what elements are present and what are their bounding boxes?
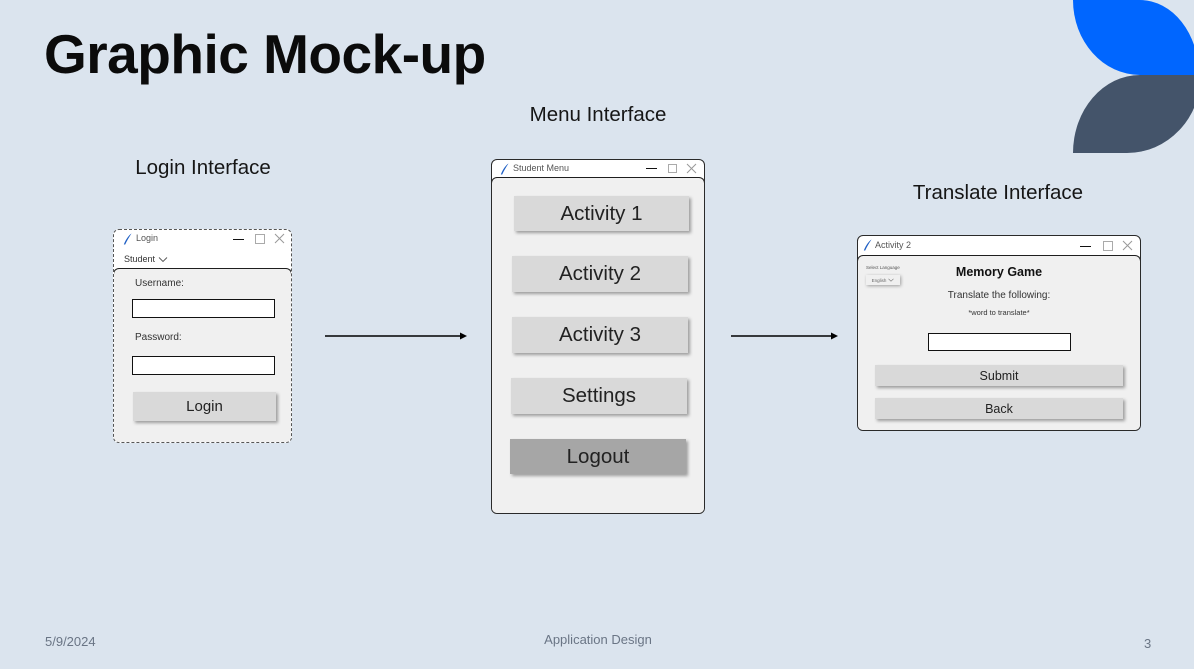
- login-title-bar[interactable]: Login: [114, 230, 291, 249]
- login-window: Login Student Username: Password: Login: [113, 229, 292, 443]
- activity-3-button[interactable]: Activity 3: [512, 317, 688, 353]
- maximize-icon[interactable]: [255, 234, 265, 244]
- role-menu[interactable]: Student: [124, 252, 168, 266]
- login-form: Username: Password: Login: [114, 268, 291, 442]
- arrow-right-icon: [731, 332, 838, 340]
- back-button[interactable]: Back: [875, 398, 1123, 419]
- minimize-icon[interactable]: [1080, 246, 1091, 247]
- minimize-icon[interactable]: [646, 168, 657, 169]
- slide-title: Graphic Mock-up: [44, 23, 486, 85]
- activity-1-button[interactable]: Activity 1: [514, 196, 689, 231]
- translate-interface-heading: Translate Interface: [912, 181, 1084, 204]
- decorative-slate-leaf: [1073, 75, 1194, 153]
- close-icon[interactable]: [686, 163, 697, 174]
- translate-body: Select Language English Memory Game Tran…: [858, 255, 1140, 430]
- username-input[interactable]: [132, 299, 275, 318]
- menu-title-bar[interactable]: Student Menu: [492, 160, 704, 178]
- footer-title: Application Design: [544, 632, 652, 647]
- settings-button[interactable]: Settings: [511, 378, 687, 414]
- translation-input[interactable]: [928, 333, 1071, 351]
- login-button[interactable]: Login: [133, 392, 276, 421]
- login-interface-heading: Login Interface: [135, 156, 271, 179]
- translate-prompt: Translate the following:: [947, 290, 1051, 301]
- close-icon[interactable]: [274, 233, 285, 244]
- window-title: Student Menu: [513, 163, 570, 173]
- feather-icon: [123, 233, 132, 245]
- student-menu-window: Student Menu Activity 1 Activity 2 Activ…: [491, 159, 705, 514]
- decorative-blue-leaf: [1073, 0, 1194, 75]
- translate-title-bar[interactable]: Activity 2: [858, 236, 1140, 256]
- username-label: Username:: [135, 278, 184, 289]
- menu-interface-heading: Menu Interface: [529, 103, 667, 126]
- logout-button[interactable]: Logout: [510, 439, 686, 474]
- feather-icon: [500, 163, 509, 175]
- activity-2-button[interactable]: Activity 2: [512, 256, 688, 292]
- maximize-icon[interactable]: [1103, 241, 1113, 251]
- page-number: 3: [1144, 636, 1152, 651]
- arrow-right-icon: [325, 332, 467, 340]
- window-title: Activity 2: [875, 240, 912, 250]
- password-label: Password:: [135, 332, 182, 343]
- chevron-down-icon: [158, 256, 168, 262]
- footer-date: 5/9/2024: [45, 634, 96, 649]
- activity-2-window: Activity 2 Select Language English Memor…: [857, 235, 1141, 431]
- close-icon[interactable]: [1122, 240, 1133, 251]
- minimize-icon[interactable]: [233, 239, 244, 240]
- maximize-icon[interactable]: [668, 164, 677, 173]
- word-to-translate: *word to translate*: [968, 308, 1030, 317]
- password-input[interactable]: [132, 356, 275, 375]
- role-menu-label: Student: [124, 254, 156, 264]
- submit-button[interactable]: Submit: [875, 365, 1123, 386]
- window-title: Login: [136, 233, 159, 243]
- menu-body: Activity 1 Activity 2 Activity 3 Setting…: [492, 177, 704, 513]
- memory-game-heading: Memory Game: [955, 265, 1043, 279]
- feather-icon: [863, 239, 872, 251]
